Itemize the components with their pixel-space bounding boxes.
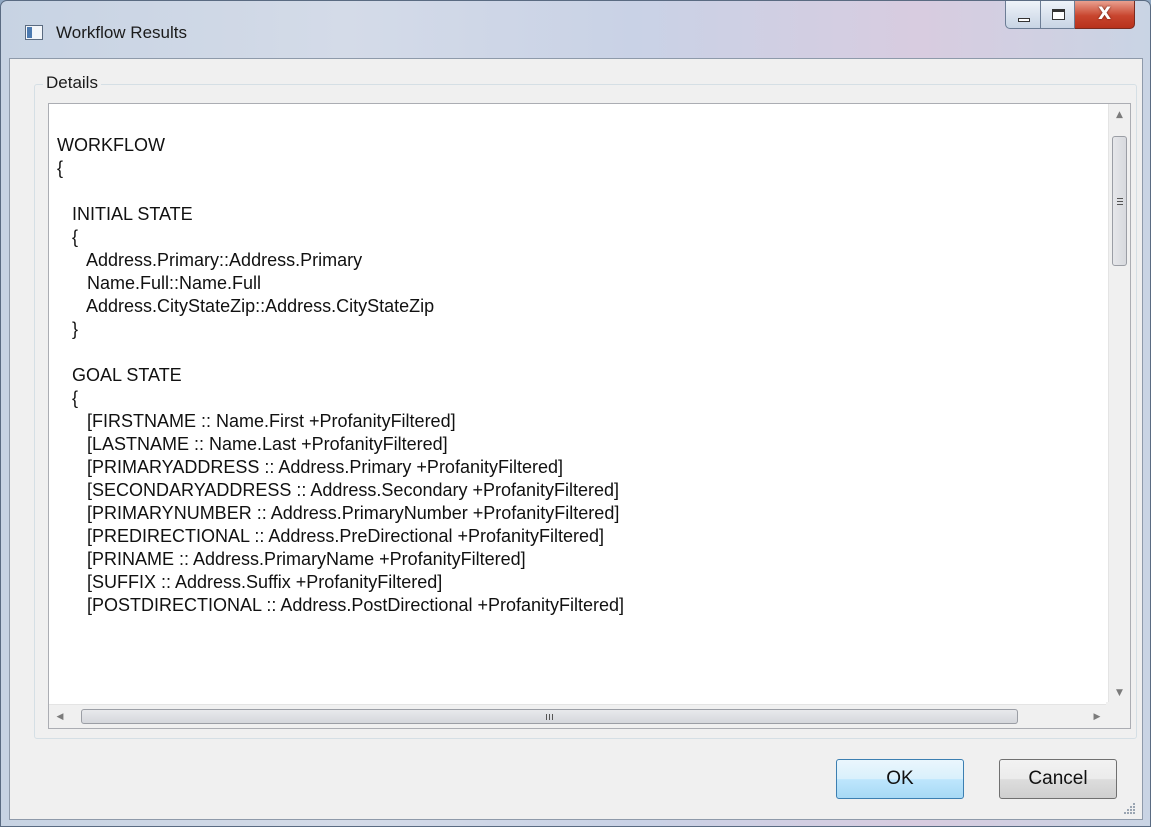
maximize-icon [1052,9,1065,20]
details-text-line: GOAL STATE [57,365,182,385]
cancel-button[interactable]: Cancel [999,759,1117,799]
details-text-line: WORKFLOW [57,135,165,155]
details-text-line: { [57,158,64,178]
thumb-grip-line [552,714,553,720]
thumb-grip-line [1117,198,1123,199]
details-text-line: [PRIMARYADDRESS :: Address.Primary +Prof… [57,457,563,477]
maximize-button[interactable] [1041,1,1075,29]
grip-dot [1133,803,1135,805]
grip-dot [1133,809,1135,811]
details-text-line: } [57,319,79,339]
window-app-icon[interactable] [25,25,43,40]
details-text-line: [SUFFIX :: Address.Suffix +ProfanityFilt… [57,572,443,592]
details-text-line: [POSTDIRECTIONAL :: Address.PostDirectio… [57,595,625,615]
window-title: Workflow Results [56,23,187,42]
details-text-line: Address.CityStateZip::Address.CityStateZ… [57,296,435,316]
details-text-line: [PRINAME :: Address.PrimaryName +Profani… [57,549,526,569]
grip-dot [1130,812,1132,814]
thumb-grip-line [1117,204,1123,205]
minimize-button[interactable] [1005,1,1041,29]
minimize-icon [1018,18,1030,22]
scroll-up-arrow-icon[interactable]: ▲ [1109,104,1130,126]
details-text-content[interactable]: WORKFLOW { INITIAL STATE { Address.Primar… [57,134,624,617]
close-button[interactable]: X [1075,1,1135,29]
caption-buttons: X [1005,1,1135,31]
thumb-grip-line [546,714,547,720]
scrollbar-corner [1106,702,1130,728]
dialog-client-area: Details WORKFLOW { INITIAL STATE { Addres… [9,58,1143,820]
details-text-line [57,341,624,364]
scroll-right-arrow-icon[interactable]: ▶ [1086,705,1108,728]
details-group-label: Details [43,73,101,93]
grip-dot [1133,812,1135,814]
details-text-area[interactable]: WORKFLOW { INITIAL STATE { Address.Primar… [48,103,1131,729]
details-text-line: Address.Primary::Address.Primary [57,250,363,270]
grip-dot [1124,812,1126,814]
details-text-line [57,180,624,203]
resize-grip-icon[interactable] [1124,803,1136,815]
grip-dot [1130,809,1132,811]
details-text-line: [PREDIRECTIONAL :: Address.PreDirectiona… [57,526,605,546]
details-text-line: { [57,388,79,408]
workflow-results-window: Workflow Results X Details WORKFLOW { INI… [0,0,1151,827]
ok-button[interactable]: OK [836,759,964,799]
scroll-down-arrow-icon[interactable]: ▼ [1109,682,1130,704]
details-text-line: Name.Full::Name.Full [57,273,262,293]
horizontal-scroll-thumb[interactable] [81,709,1018,724]
thumb-grip-line [549,714,550,720]
scroll-left-arrow-icon[interactable]: ◀ [49,705,71,728]
grip-dot [1127,812,1129,814]
details-text-line: [PRIMARYNUMBER :: Address.PrimaryNumber … [57,503,620,523]
vertical-scrollbar[interactable]: ▲ ▼ [1108,104,1130,704]
details-text-line: { [57,227,79,247]
details-text-line: INITIAL STATE [57,204,193,224]
close-icon: X [1097,4,1112,24]
details-text-line: [LASTNAME :: Name.Last +ProfanityFiltere… [57,434,448,454]
thumb-grip-line [1117,201,1123,202]
horizontal-scrollbar[interactable]: ◀ ▶ [49,704,1108,728]
grip-dot [1127,809,1129,811]
grip-dot [1133,806,1135,808]
details-text-line: [FIRSTNAME :: Name.First +ProfanityFilte… [57,411,456,431]
grip-dot [1130,806,1132,808]
details-text-line: [SECONDARYADDRESS :: Address.Secondary +… [57,480,620,500]
vertical-scroll-thumb[interactable] [1112,136,1127,266]
title-bar[interactable]: Workflow Results X [1,1,1150,59]
